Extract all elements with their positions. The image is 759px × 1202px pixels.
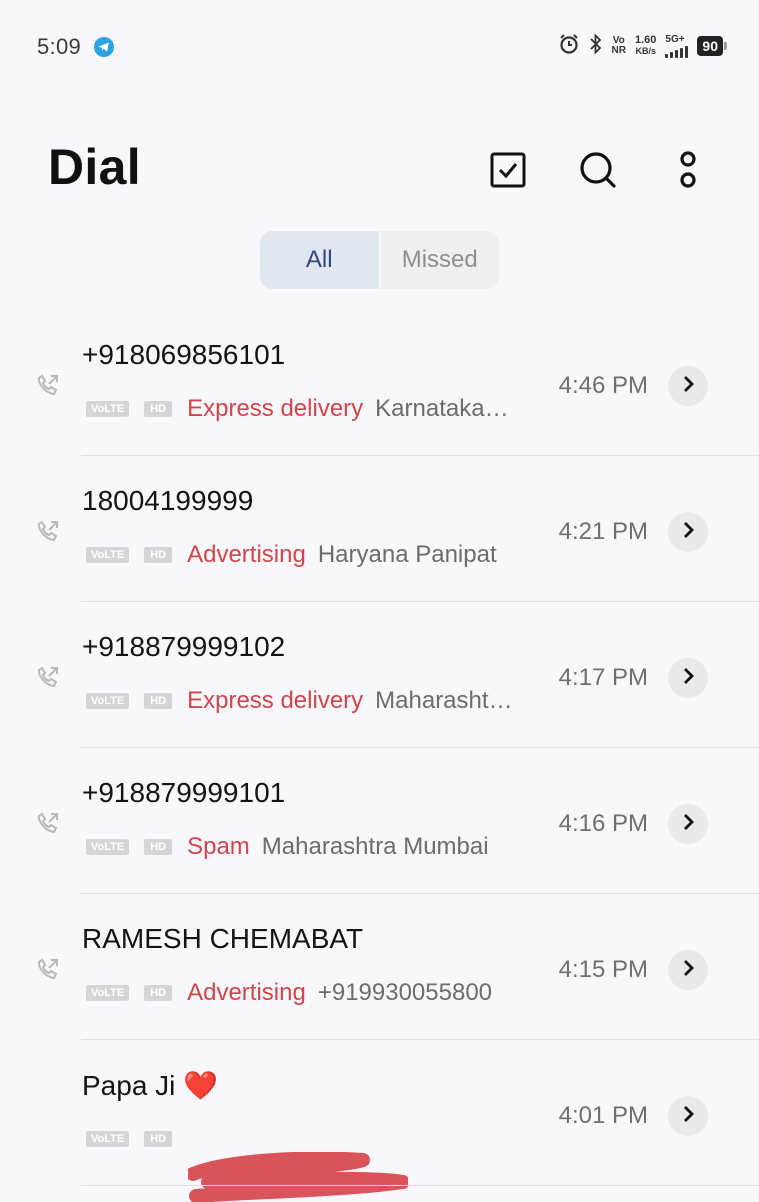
contact-name: +918069856101 bbox=[82, 339, 286, 370]
call-meta: VoLTE HD Advertising +919930055800 bbox=[86, 979, 492, 1007]
vonr-indicator: Vo NR bbox=[612, 36, 626, 56]
outgoing-call-icon bbox=[34, 665, 60, 691]
call-meta: VoLTE HD Advertising Haryana Panipat bbox=[86, 541, 497, 569]
row-divider bbox=[81, 1184, 759, 1186]
call-meta: VoLTE HD bbox=[86, 1125, 187, 1153]
chevron-right-icon bbox=[681, 1105, 695, 1128]
caller-location: Maharashtra Mumbai bbox=[261, 833, 489, 860]
hd-badge: HD bbox=[144, 1131, 173, 1147]
chevron-right-icon bbox=[681, 959, 695, 982]
contact-name: 18004199999 bbox=[82, 485, 254, 516]
telegram-icon bbox=[94, 37, 114, 57]
outgoing-call-icon bbox=[34, 373, 60, 399]
search-icon bbox=[578, 150, 618, 195]
caller-location: Haryana Panipat bbox=[317, 541, 497, 568]
call-details-button[interactable] bbox=[668, 512, 708, 552]
caller-tag: Spam bbox=[187, 833, 250, 860]
caller-number: +919930055800 bbox=[317, 979, 493, 1006]
caller-location: Maharasht… bbox=[375, 687, 513, 714]
volte-badge: VoLTE bbox=[86, 693, 130, 709]
call-log-row[interactable]: +918879999102 VoLTE HD Express delivery … bbox=[0, 602, 759, 748]
bluetooth-icon bbox=[589, 32, 603, 60]
more-options-button[interactable] bbox=[666, 150, 710, 194]
hd-badge: HD bbox=[144, 985, 173, 1001]
call-details-button[interactable] bbox=[668, 804, 708, 844]
hd-badge: HD bbox=[144, 839, 173, 855]
hd-badge: HD bbox=[144, 693, 173, 709]
call-time: 4:15 PM bbox=[558, 956, 648, 983]
outgoing-call-icon bbox=[34, 811, 60, 837]
outgoing-call-icon bbox=[34, 519, 60, 545]
hd-badge: HD bbox=[144, 547, 173, 563]
chevron-right-icon bbox=[681, 813, 695, 836]
volte-badge: VoLTE bbox=[86, 401, 130, 417]
speed-value: 1.60 bbox=[635, 34, 657, 46]
caller-location: Karnataka… bbox=[375, 395, 509, 422]
redaction-scribble bbox=[188, 1152, 408, 1202]
hd-badge: HD bbox=[144, 401, 173, 417]
network-speed: 1.60 KB/s bbox=[635, 35, 656, 57]
signal-bars-icon bbox=[665, 45, 689, 58]
caller-tag: Express delivery bbox=[187, 687, 364, 714]
call-time: 4:16 PM bbox=[558, 810, 648, 837]
call-details-button[interactable] bbox=[668, 1096, 708, 1136]
call-details-button[interactable] bbox=[668, 366, 708, 406]
call-log-row[interactable]: +918879999101 VoLTE HD Spam Maharashtra … bbox=[0, 748, 759, 894]
volte-badge: VoLTE bbox=[86, 1131, 130, 1147]
page-title: Dial bbox=[48, 139, 141, 195]
call-log-row[interactable]: Papa Ji ❤️ VoLTE HD 4:01 PM bbox=[0, 1040, 759, 1202]
caller-tag: Advertising bbox=[187, 541, 306, 568]
chevron-right-icon bbox=[681, 667, 695, 690]
cellular-indicator: 5G+ bbox=[665, 33, 689, 58]
call-filter-tabs: All Missed bbox=[260, 231, 499, 289]
chevron-right-icon bbox=[681, 521, 695, 544]
more-vertical-icon bbox=[677, 150, 699, 195]
chevron-right-icon bbox=[681, 375, 695, 398]
contact-name: RAMESH CHEMABAT bbox=[82, 923, 364, 954]
contact-name: Papa Ji ❤️ bbox=[82, 1070, 219, 1101]
status-bar: 5:09 Vo NR 1.60 KB/s 5G+ 90 bbox=[0, 0, 759, 92]
search-button[interactable] bbox=[576, 150, 620, 194]
contact-name: +918879999101 bbox=[82, 777, 286, 808]
call-meta: VoLTE HD Express delivery Karnataka… bbox=[86, 395, 509, 423]
call-time: 4:17 PM bbox=[558, 664, 648, 691]
call-time: 4:46 PM bbox=[558, 372, 648, 399]
call-meta: VoLTE HD Spam Maharashtra Mumbai bbox=[86, 833, 489, 861]
call-meta: VoLTE HD Express delivery Maharasht… bbox=[86, 687, 513, 715]
battery-icon: 90 bbox=[697, 36, 727, 56]
call-log-list: +918069856101 VoLTE HD Express delivery … bbox=[0, 310, 759, 1202]
tab-missed[interactable]: Missed bbox=[380, 231, 499, 289]
volte-badge: VoLTE bbox=[86, 839, 130, 855]
call-time: 4:21 PM bbox=[558, 518, 648, 545]
volte-badge: VoLTE bbox=[86, 547, 130, 563]
contact-name: +918879999102 bbox=[82, 631, 286, 662]
status-time: 5:09 bbox=[37, 34, 82, 59]
call-log-row[interactable]: RAMESH CHEMABAT VoLTE HD Advertising +91… bbox=[0, 894, 759, 1040]
outgoing-call-icon bbox=[34, 957, 60, 983]
call-log-row[interactable]: +918069856101 VoLTE HD Express delivery … bbox=[0, 310, 759, 456]
battery-level: 90 bbox=[697, 36, 723, 56]
call-details-button[interactable] bbox=[668, 658, 708, 698]
call-details-button[interactable] bbox=[668, 950, 708, 990]
checkbox-icon bbox=[489, 151, 527, 194]
tab-all[interactable]: All bbox=[260, 231, 379, 289]
network-type: 5G+ bbox=[665, 33, 685, 45]
caller-tag: Advertising bbox=[187, 979, 306, 1006]
alarm-icon bbox=[558, 33, 580, 60]
speed-unit: KB/s bbox=[635, 46, 656, 56]
caller-tag: Express delivery bbox=[187, 395, 364, 422]
vonr-bottom: NR bbox=[611, 45, 626, 56]
call-time: 4:01 PM bbox=[558, 1102, 648, 1129]
call-log-row[interactable]: 18004199999 VoLTE HD Advertising Haryana… bbox=[0, 456, 759, 602]
volte-badge: VoLTE bbox=[86, 985, 130, 1001]
status-icons: Vo NR 1.60 KB/s 5G+ 90 bbox=[558, 32, 727, 60]
select-button[interactable] bbox=[486, 150, 530, 194]
